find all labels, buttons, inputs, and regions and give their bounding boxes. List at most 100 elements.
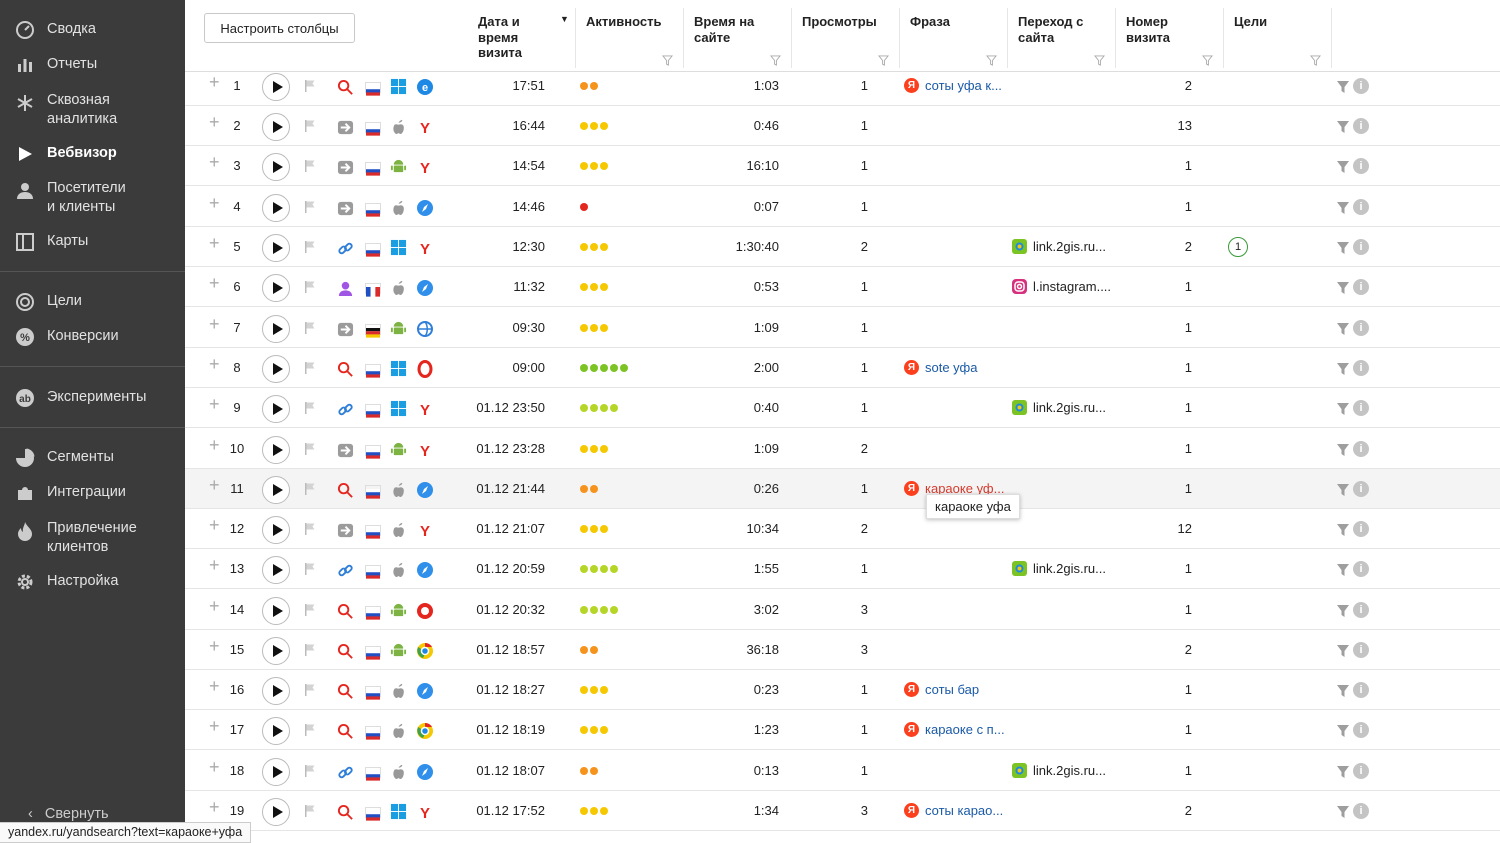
row-filter-icon[interactable] [1337,765,1349,778]
flag-icon[interactable] [303,522,317,536]
flag-icon[interactable] [303,240,317,254]
flag-icon[interactable] [303,442,317,456]
info-icon[interactable]: i [1353,279,1369,295]
flag-icon[interactable] [303,321,317,335]
table-row[interactable]: +2 Y 16:44 0:46 1 13 i [185,106,1500,146]
expand-row-button[interactable]: + [209,797,220,818]
row-filter-icon[interactable] [1337,80,1349,93]
column-referrer[interactable]: Переход с сайта [1018,14,1083,45]
search-phrase-link[interactable]: Ясоты уфа к... [904,78,1002,93]
table-row[interactable]: +3 Y 14:54 16:10 1 1 i [185,146,1500,186]
column-filter-icon[interactable] [661,53,674,66]
expand-row-button[interactable]: + [209,193,220,214]
column-filter-icon[interactable] [1093,53,1106,66]
flag-icon[interactable] [303,280,317,294]
info-icon[interactable]: i [1353,239,1369,255]
flag-icon[interactable] [303,804,317,818]
info-icon[interactable]: i [1353,521,1369,537]
column-activity[interactable]: Активность [586,14,661,30]
info-icon[interactable]: i [1353,441,1369,457]
table-row[interactable]: +1 e 17:51 1:03 1 Ясоты уфа к... 2 i [185,66,1500,106]
info-icon[interactable]: i [1353,78,1369,94]
table-row[interactable]: +4 14:46 0:07 1 1 i [185,187,1500,227]
row-filter-icon[interactable] [1337,402,1349,415]
table-row[interactable]: +11 01.12 21:44 0:26 1 Якараоке уф... 1 i [185,469,1500,509]
info-icon[interactable]: i [1353,199,1369,215]
expand-row-button[interactable]: + [209,475,220,496]
table-row[interactable]: +9 Y 01.12 23:50 0:40 1 link.2gis.ru... 1 i [185,388,1500,428]
flag-icon[interactable] [303,361,317,375]
column-visit-number[interactable]: Номер визита [1126,14,1170,45]
row-filter-icon[interactable] [1337,523,1349,536]
play-recording-button[interactable] [262,73,290,101]
referrer-link[interactable]: l.instagram.... [1012,279,1111,294]
table-row[interactable]: +8 09:00 2:00 1 Яsote уфа 1 i [185,348,1500,388]
expand-row-button[interactable]: + [209,152,220,173]
expand-row-button[interactable]: + [209,757,220,778]
expand-row-button[interactable]: + [209,394,220,415]
play-recording-button[interactable] [262,516,290,544]
row-filter-icon[interactable] [1337,563,1349,576]
table-row[interactable]: +13 01.12 20:59 1:55 1 link.2gis.ru... 1 i [185,549,1500,589]
row-filter-icon[interactable] [1337,644,1349,657]
info-icon[interactable]: i [1353,602,1369,618]
expand-row-button[interactable]: + [209,636,220,657]
column-filter-icon[interactable] [769,53,782,66]
search-phrase-link[interactable]: Ясоты бар [904,682,979,697]
column-time-on-site[interactable]: Время на сайте [694,14,754,45]
expand-row-button[interactable]: + [209,515,220,536]
referrer-link[interactable]: link.2gis.ru... [1012,239,1106,254]
info-icon[interactable]: i [1353,360,1369,376]
table-row[interactable]: +18 01.12 18:07 0:13 1 link.2gis.ru... 1 i [185,751,1500,791]
column-goals[interactable]: Цели [1234,14,1267,30]
flag-icon[interactable] [303,683,317,697]
row-filter-icon[interactable] [1337,604,1349,617]
info-icon[interactable]: i [1353,803,1369,819]
column-filter-icon[interactable] [985,53,998,66]
expand-row-button[interactable]: + [209,716,220,737]
info-icon[interactable]: i [1353,320,1369,336]
flag-icon[interactable] [303,482,317,496]
flag-icon[interactable] [303,723,317,737]
sort-desc-icon[interactable]: ▼ [560,14,569,24]
table-row[interactable]: +16 01.12 18:27 0:23 1 Ясоты бар 1 i [185,670,1500,710]
row-filter-icon[interactable] [1337,322,1349,335]
info-icon[interactable]: i [1353,158,1369,174]
search-phrase-link[interactable]: Яsote уфа [904,360,977,375]
search-phrase-link[interactable]: Ясоты карао... [904,803,1003,818]
table-row[interactable]: +14 01.12 20:32 3:02 3 1 i [185,590,1500,630]
row-filter-icon[interactable] [1337,684,1349,697]
column-datetime[interactable]: Дата и время визита [478,14,522,61]
play-recording-button[interactable] [262,597,290,625]
play-recording-button[interactable] [262,234,290,262]
table-row[interactable]: +10 Y 01.12 23:28 1:09 2 1 i [185,429,1500,469]
column-filter-icon[interactable] [877,53,890,66]
flag-icon[interactable] [303,764,317,778]
table-row[interactable]: +17 01.12 18:19 1:23 1 Якараоке с п... 1 i [185,710,1500,750]
column-phrase[interactable]: Фраза [910,14,950,30]
row-filter-icon[interactable] [1337,120,1349,133]
row-filter-icon[interactable] [1337,724,1349,737]
info-icon[interactable]: i [1353,561,1369,577]
info-icon[interactable]: i [1353,118,1369,134]
referrer-link[interactable]: link.2gis.ru... [1012,561,1106,576]
expand-row-button[interactable]: + [209,435,220,456]
column-filter-icon[interactable] [1201,53,1214,66]
referrer-link[interactable]: link.2gis.ru... [1012,763,1106,778]
column-filter-icon[interactable] [1309,53,1322,66]
row-filter-icon[interactable] [1337,281,1349,294]
play-recording-button[interactable] [262,798,290,826]
expand-row-button[interactable]: + [209,354,220,375]
play-recording-button[interactable] [262,556,290,584]
info-icon[interactable]: i [1353,763,1369,779]
row-filter-icon[interactable] [1337,805,1349,818]
play-recording-button[interactable] [262,436,290,464]
configure-columns-button[interactable]: Настроить столбцы [204,13,355,43]
table-row[interactable]: +5 Y 12:30 1:30:40 2 link.2gis.ru... 2 1 i [185,227,1500,267]
play-recording-button[interactable] [262,194,290,222]
table-row[interactable]: +15 01.12 18:57 36:18 3 2 i [185,630,1500,670]
collapse-sidebar-button[interactable]: ‹ Свернуть [28,806,109,822]
flag-icon[interactable] [303,200,317,214]
play-recording-button[interactable] [262,315,290,343]
table-row[interactable]: +7 09:30 1:09 1 1 i [185,308,1500,348]
